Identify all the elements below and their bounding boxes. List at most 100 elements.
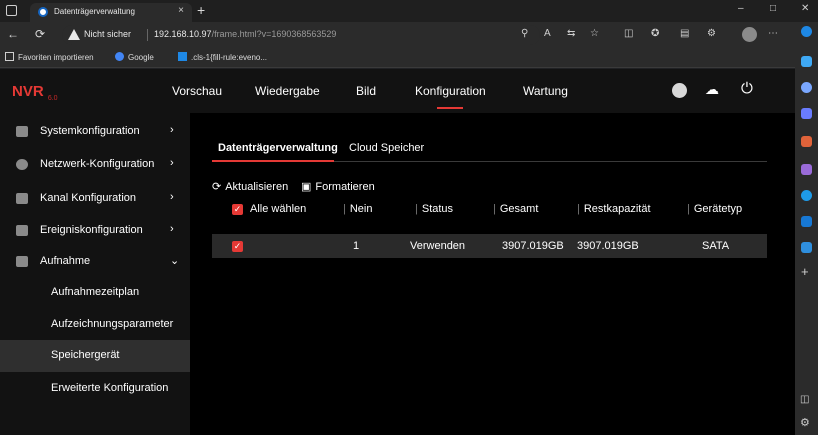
top-navigation: NVR 6.0 Vorschau Wiedergabe Bild Konfigu… [0, 69, 795, 113]
row-checkbox[interactable]: ✓ [232, 241, 243, 252]
notification-icon[interactable] [801, 56, 812, 67]
sidebar-item-kanal[interactable]: Kanal Konfiguration › [0, 183, 190, 215]
tab-datentraegerverwaltung[interactable]: Datenträgerverwaltung [218, 142, 338, 154]
browser-tab[interactable]: Datenträgerverwaltung × [30, 3, 192, 22]
user-avatar[interactable] [672, 83, 687, 98]
add-icon[interactable]: + [801, 264, 809, 279]
sidebar-item-aufnahmezeitplan[interactable]: Aufnahmezeitplan [0, 277, 190, 309]
warning-icon [68, 29, 80, 40]
tab-cloud-speicher[interactable]: Cloud Speicher [349, 142, 424, 154]
system-icon [16, 126, 28, 137]
office-icon[interactable] [801, 190, 812, 201]
read-aloud-icon[interactable]: A [544, 28, 551, 40]
profile-avatar[interactable] [742, 27, 757, 42]
games-icon[interactable] [801, 164, 812, 175]
sidebar-item-ereignis[interactable]: Ereigniskonfiguration › [0, 215, 190, 247]
cell-geraetetyp: SATA [702, 240, 730, 252]
extensions-icon[interactable]: ⚙ [707, 28, 716, 40]
column-header-label: Status [421, 203, 454, 215]
chevron-right-icon: › [170, 157, 174, 169]
power-icon[interactable]: ⏻ [741, 80, 753, 97]
back-icon[interactable]: ← [7, 28, 19, 40]
column-header-status: | Status [415, 203, 454, 215]
record-icon [16, 256, 28, 267]
cell-restkapazitaet: 3907.019GB [577, 240, 639, 252]
url-path: /frame.html?v=1690368563529 [211, 29, 337, 39]
sidebar-item-netzwerk[interactable]: Netzwerk-Konfiguration › [0, 149, 190, 181]
active-tab-indicator [212, 160, 334, 162]
table-row[interactable]: ✓ 1 Verwenden 3907.019GB 3907.019GB SATA [212, 234, 767, 258]
nav-vorschau[interactable]: Vorschau [172, 84, 222, 98]
nav-wartung[interactable]: Wartung [523, 84, 568, 98]
select-all-checkbox[interactable]: ✓ [232, 204, 243, 215]
logo-text: NVR [12, 83, 44, 100]
favorite-star-icon[interactable]: ☆ [590, 28, 599, 40]
nav-konfiguration[interactable]: Konfiguration [415, 84, 486, 98]
sidebar-item-label: Erweiterte Konfiguration [51, 382, 169, 394]
new-tab-button[interactable]: + [197, 2, 205, 18]
url-text[interactable]: 192.168.10.97/frame.html?v=1690368563529 [154, 29, 336, 39]
url-host: 192.168.10.97 [154, 29, 212, 39]
search-icon[interactable] [801, 82, 812, 93]
event-icon [16, 225, 28, 236]
split-screen-icon[interactable]: ◫ [624, 28, 633, 40]
maximize-icon[interactable]: □ [770, 3, 776, 14]
collections-icon[interactable]: ▤ [680, 28, 689, 40]
sidebar-item-speichergeraet[interactable]: Speichergerät [0, 340, 190, 372]
favicon-icon [38, 7, 48, 17]
favorite-cls-link[interactable]: .cls-1{fill-rule:eveno... [178, 52, 267, 62]
nav-bild[interactable]: Bild [356, 84, 376, 98]
tools-icon[interactable] [801, 136, 812, 147]
nvr-logo: NVR 6.0 [12, 83, 58, 102]
refresh-button[interactable]: ⟳ Aktualisieren [212, 180, 288, 193]
favorites-bar: Favoriten importieren Google .cls-1{fill… [0, 48, 795, 68]
nav-wiedergabe[interactable]: Wiedergabe [255, 84, 320, 98]
send-icon[interactable] [801, 242, 812, 253]
reload-icon[interactable]: ⟳ [35, 28, 45, 40]
favorites-icon[interactable]: ✪ [651, 28, 659, 40]
config-sidebar: Systemkonfiguration › Netzwerk-Konfigura… [0, 113, 190, 435]
security-label[interactable]: Nicht sicher [84, 29, 131, 39]
import-icon [5, 52, 14, 61]
favorite-cls-label: .cls-1{fill-rule:eveno... [191, 53, 268, 62]
key-icon[interactable]: ⚲ [521, 28, 528, 40]
tab-title: Datenträgerverwaltung [54, 7, 135, 16]
refresh-icon: ⟳ [212, 181, 222, 193]
sidebar-item-label: Kanal Konfiguration [40, 192, 137, 204]
shopping-icon[interactable] [801, 108, 812, 119]
translate-icon[interactable]: ⇆ [567, 28, 575, 40]
column-header-label: Nein [349, 203, 373, 215]
favorites-import-link[interactable]: Favoriten importieren [5, 52, 94, 62]
chevron-right-icon: › [170, 124, 174, 136]
network-icon [16, 159, 28, 170]
favorites-import-label: Favoriten importieren [18, 53, 94, 62]
format-icon: ▣ [301, 181, 312, 193]
tab-close-icon[interactable]: × [178, 5, 184, 16]
minimize-icon[interactable]: – [738, 3, 744, 14]
sidebar-item-label: Aufnahme [40, 255, 91, 267]
settings-gear-icon[interactable]: ⚙ [800, 416, 810, 429]
column-header-label: Gesamt [499, 203, 539, 215]
format-button[interactable]: ▣ Formatieren [301, 180, 375, 193]
sidebar-item-systemkonfiguration[interactable]: Systemkonfiguration › [0, 116, 190, 148]
select-all-label: Alle wählen [250, 203, 307, 215]
cloud-upload-icon[interactable]: ☁ [705, 81, 719, 98]
sidebar-item-erweiterte-konfiguration[interactable]: Erweiterte Konfiguration [0, 373, 190, 405]
cell-nein: 1 [353, 240, 360, 252]
copilot-icon[interactable] [801, 26, 812, 37]
sidebar-item-aufzeichnungsparameter[interactable]: Aufzeichnungsparameter [0, 309, 190, 341]
page-icon [178, 52, 187, 61]
sidebar-item-label: Netzwerk-Konfiguration [40, 158, 155, 170]
sidebar-toggle-icon[interactable]: ◫ [800, 394, 809, 405]
window-menu-icon[interactable] [6, 5, 17, 16]
favorite-google-link[interactable]: Google [115, 52, 154, 62]
browser-window: Datenträgerverwaltung × + – □ ✕ ← ⟳ Nich… [0, 0, 818, 435]
sidebar-item-label: Aufzeichnungsparameter [51, 318, 174, 330]
chevron-down-icon: ⌄ [170, 255, 180, 267]
column-header-nein: | Nein [343, 203, 373, 215]
more-menu-icon[interactable]: ⋯ [768, 28, 778, 40]
sidebar-item-aufnahme[interactable]: Aufnahme ⌄ [0, 246, 190, 278]
window-close-icon[interactable]: ✕ [801, 3, 809, 14]
address-bar[interactable]: Nicht sicher 192.168.10.97/frame.html?v=… [62, 25, 540, 45]
outlook-icon[interactable] [801, 216, 812, 227]
